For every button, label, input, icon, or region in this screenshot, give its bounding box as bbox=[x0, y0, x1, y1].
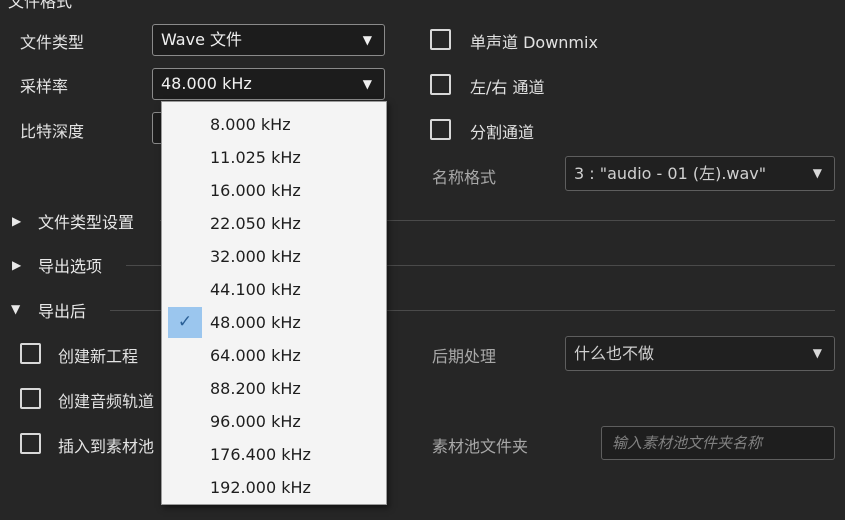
sample-rate-select[interactable]: 48.000 kHz ▼ bbox=[152, 68, 385, 100]
expand-triangle-icon[interactable]: ▶ bbox=[12, 214, 21, 228]
split-channels-label: 分割通道 bbox=[470, 123, 535, 142]
sample-rate-label: 采样率 bbox=[20, 77, 69, 96]
chevron-down-icon: ▼ bbox=[812, 346, 822, 360]
sample-rate-option[interactable]: 192.000 kHz bbox=[162, 471, 386, 504]
sample-rate-option[interactable]: 44.100 kHz bbox=[162, 273, 386, 306]
name-format-label: 名称格式 bbox=[432, 168, 497, 187]
sample-rate-option-label: 88.200 kHz bbox=[210, 379, 301, 398]
sample-rate-option[interactable]: 176.400 kHz bbox=[162, 438, 386, 471]
expand-triangle-icon[interactable]: ▶ bbox=[12, 258, 21, 272]
sample-rate-option[interactable]: 22.050 kHz bbox=[162, 207, 386, 240]
sample-rate-value: 48.000 kHz bbox=[161, 74, 252, 93]
insert-pool-checkbox[interactable] bbox=[20, 433, 41, 454]
checkmark-icon: ✓ bbox=[168, 307, 202, 338]
section-export-options[interactable]: 导出选项 bbox=[38, 253, 102, 277]
insert-pool-label: 插入到素材池 bbox=[58, 437, 155, 456]
section-file-type-settings[interactable]: 文件类型设置 bbox=[38, 209, 134, 233]
sample-rate-option-label: 8.000 kHz bbox=[210, 115, 291, 134]
post-process-value: 什么也不做 bbox=[574, 344, 655, 363]
name-format-value: 3 : "audio - 01 (左).wav" bbox=[574, 164, 767, 183]
sample-rate-option[interactable]: 8.000 kHz bbox=[162, 108, 386, 141]
sample-rate-option-label: 192.000 kHz bbox=[210, 478, 311, 497]
sample-rate-option-label: 48.000 kHz bbox=[210, 313, 301, 332]
create-audio-track-checkbox[interactable] bbox=[20, 388, 41, 409]
file-type-label: 文件类型 bbox=[20, 33, 85, 52]
section-title-file-format: 文件格式 bbox=[8, 0, 73, 11]
lr-channels-label: 左/右 通道 bbox=[470, 78, 545, 97]
chevron-down-icon: ▼ bbox=[362, 33, 372, 47]
sample-rate-option[interactable]: 16.000 kHz bbox=[162, 174, 386, 207]
create-project-checkbox[interactable] bbox=[20, 343, 41, 364]
sample-rate-option[interactable]: ✓ 48.000 kHz bbox=[162, 306, 386, 339]
split-channels-checkbox[interactable] bbox=[430, 119, 451, 140]
bit-depth-label: 比特深度 bbox=[20, 122, 85, 141]
sample-rate-option-label: 11.025 kHz bbox=[210, 148, 301, 167]
mono-downmix-label: 单声道 Downmix bbox=[470, 33, 598, 52]
sample-rate-option-label: 96.000 kHz bbox=[210, 412, 301, 431]
create-project-label: 创建新工程 bbox=[58, 347, 139, 366]
sample-rate-option[interactable]: 96.000 kHz bbox=[162, 405, 386, 438]
sample-rate-option[interactable]: 32.000 kHz bbox=[162, 240, 386, 273]
collapse-triangle-icon[interactable]: ▼ bbox=[11, 302, 20, 316]
sample-rate-option-label: 22.050 kHz bbox=[210, 214, 301, 233]
name-format-select[interactable]: 3 : "audio - 01 (左).wav" ▼ bbox=[565, 156, 835, 191]
chevron-down-icon: ▼ bbox=[812, 166, 822, 180]
sample-rate-option-label: 16.000 kHz bbox=[210, 181, 301, 200]
file-type-value: Wave 文件 bbox=[161, 30, 243, 49]
chevron-down-icon: ▼ bbox=[362, 77, 372, 91]
sample-rate-dropdown-list: 8.000 kHz 11.025 kHz 16.000 kHz 22.050 kHz 3… bbox=[161, 101, 387, 505]
post-process-select[interactable]: 什么也不做 ▼ bbox=[565, 336, 835, 371]
sample-rate-option[interactable]: 88.200 kHz bbox=[162, 372, 386, 405]
sample-rate-option-label: 176.400 kHz bbox=[210, 445, 311, 464]
pool-folder-label: 素材池文件夹 bbox=[432, 437, 529, 456]
sample-rate-option[interactable]: 11.025 kHz bbox=[162, 141, 386, 174]
mono-downmix-checkbox[interactable] bbox=[430, 29, 451, 50]
file-type-select[interactable]: Wave 文件 ▼ bbox=[152, 24, 385, 56]
section-after-export[interactable]: 导出后 bbox=[38, 298, 86, 322]
lr-channels-checkbox[interactable] bbox=[430, 74, 451, 95]
sample-rate-option-label: 64.000 kHz bbox=[210, 346, 301, 365]
sample-rate-option-label: 32.000 kHz bbox=[210, 247, 301, 266]
sample-rate-option[interactable]: 64.000 kHz bbox=[162, 339, 386, 372]
sample-rate-option-label: 44.100 kHz bbox=[210, 280, 301, 299]
create-audio-track-label: 创建音频轨道 bbox=[58, 392, 155, 411]
post-process-label: 后期处理 bbox=[432, 347, 497, 366]
pool-folder-input[interactable]: 输入素材池文件夹名称 bbox=[601, 426, 835, 460]
